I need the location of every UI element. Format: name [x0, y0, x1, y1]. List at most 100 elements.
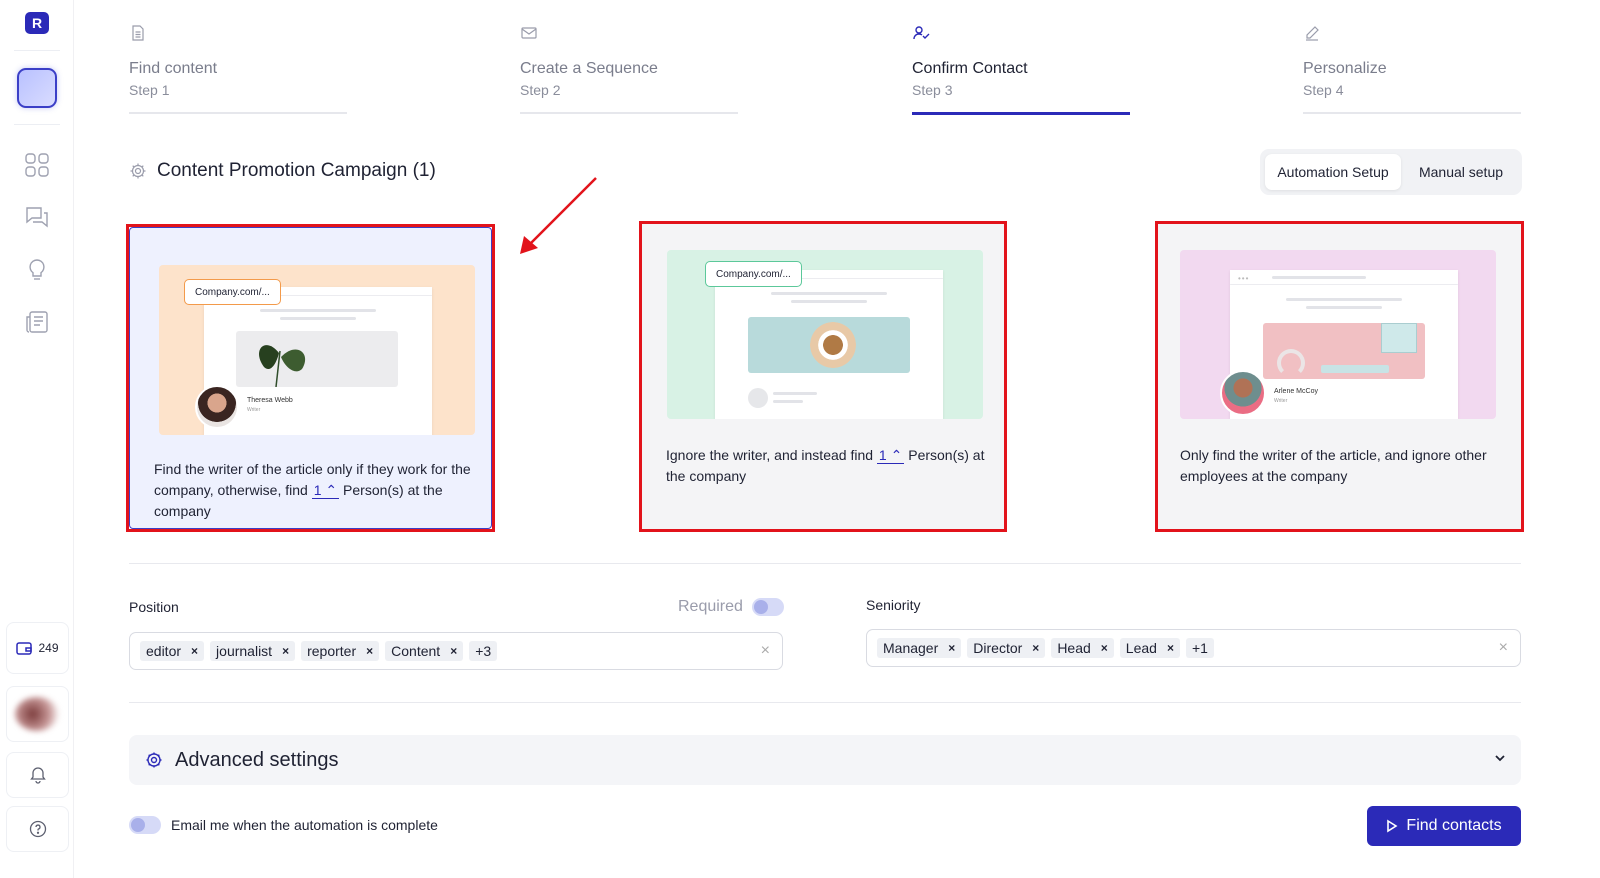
chevron-down-icon [1495, 755, 1505, 762]
remove-tag-icon[interactable]: × [1101, 638, 1108, 658]
find-contacts-button[interactable]: Find contacts [1367, 806, 1521, 846]
campaign-header: Content Promotion Campaign (1) [129, 160, 436, 182]
step-title: Find content [129, 60, 218, 77]
option-card-writer-if-employee[interactable]: Theresa Webb Writer Company.com/... Find… [129, 227, 492, 529]
help-button[interactable] [6, 806, 69, 852]
writer-name: Arlene McCoy [1274, 388, 1318, 395]
section-divider [129, 702, 1521, 703]
step-confirm-contact[interactable]: Confirm Contact Step 3 [912, 24, 1130, 116]
step-title: Confirm Contact [912, 60, 1028, 77]
step-number: Step 1 [129, 82, 170, 98]
position-tag: reporter × [301, 641, 380, 661]
remove-tag-icon[interactable]: × [948, 638, 955, 658]
setup-mode-toggle: Automation Setup Manual setup [1260, 149, 1522, 195]
remove-tag-icon[interactable]: × [1167, 638, 1174, 658]
app-logo[interactable]: R [25, 12, 49, 34]
position-tag: journalist × [210, 641, 296, 661]
find-contacts-label: Find contacts [1406, 817, 1502, 834]
remove-tag-icon[interactable]: × [1032, 638, 1039, 658]
remove-tag-icon[interactable]: × [450, 641, 457, 661]
email-notification-row: Email me when the automation is complete [129, 816, 438, 834]
advanced-settings-accordion[interactable]: Advanced settings [129, 735, 1521, 785]
play-icon [1387, 819, 1398, 833]
step-progress-line [520, 112, 738, 114]
position-tag-input[interactable]: editor × journalist × reporter × Content × +… [129, 632, 783, 670]
credits-counter[interactable]: 249 [6, 622, 69, 674]
more-tags-badge[interactable]: +1 [1185, 638, 1214, 658]
person-count-stepper[interactable]: 1 ⌃ [311, 482, 340, 499]
sidebar-divider [14, 124, 60, 125]
annotation-arrow [520, 177, 597, 254]
manual-setup-tab[interactable]: Manual setup [1405, 154, 1517, 190]
step-number: Step 2 [520, 82, 561, 98]
seniority-label: Seniority [866, 597, 921, 613]
card-description: Only find the writer of the article, and… [1180, 447, 1487, 484]
help-icon [29, 820, 46, 838]
person-count-stepper[interactable]: 1 ⌃ [876, 447, 905, 464]
notifications-button[interactable] [6, 752, 69, 798]
step-title: Create a Sequence [520, 60, 658, 77]
mail-icon [521, 27, 537, 39]
bell-icon [29, 767, 46, 784]
advanced-settings-title: Advanced settings [175, 748, 339, 771]
gear-icon[interactable] [129, 162, 147, 180]
remove-tag-icon[interactable]: × [366, 641, 373, 661]
plant-image [259, 345, 306, 387]
position-tag: editor × [140, 641, 205, 661]
step-progress-line [129, 112, 347, 114]
writer-role: Writer [1274, 398, 1288, 404]
company-url-pill: Company.com/... [705, 261, 802, 287]
pencil-icon [1306, 26, 1319, 41]
step-progress-line [912, 112, 1130, 115]
user-avatar-button[interactable] [6, 686, 69, 742]
company-url-pill: Company.com/... [184, 279, 281, 305]
required-label: Required [678, 598, 743, 615]
seniority-tag: Lead × [1119, 638, 1180, 658]
sidebar: R 249 [0, 0, 74, 878]
remove-tag-icon[interactable]: × [282, 641, 289, 661]
writer-role: Writer [247, 407, 261, 413]
remove-tag-icon[interactable]: × [191, 641, 198, 661]
step-title: Personalize [1303, 60, 1387, 77]
sidebar-divider [14, 50, 60, 51]
option-card-ignore-writer[interactable]: Company.com/... Ignore the writer, and i… [642, 224, 1004, 529]
more-tags-badge[interactable]: +3 [469, 641, 498, 661]
card-description: Find the writer of the article only if t… [154, 461, 471, 519]
email-notification-label: Email me when the automation is complete [171, 817, 438, 833]
coffee-image [748, 317, 910, 373]
writer-avatar [1220, 370, 1266, 416]
seniority-tag: Head × [1051, 638, 1114, 658]
automation-setup-tab[interactable]: Automation Setup [1265, 154, 1401, 190]
newspaper-icon[interactable] [24, 309, 50, 335]
credits-count: 249 [38, 641, 59, 655]
clear-icon[interactable]: × [1499, 639, 1508, 657]
step-create-sequence[interactable]: Create a Sequence Step 2 [520, 24, 738, 116]
card-illustration: ••• Arlene McCoy Writer [1180, 250, 1496, 419]
document-icon [132, 25, 144, 41]
campaign-title: Content Promotion Campaign (1) [157, 160, 436, 181]
section-divider [129, 563, 1521, 564]
seniority-tag: Manager × [877, 638, 962, 658]
lightbulb-icon[interactable] [24, 257, 50, 283]
writer-avatar [195, 385, 239, 429]
email-notification-toggle[interactable] [129, 816, 161, 834]
seniority-tag: Director × [967, 638, 1046, 658]
grid-icon[interactable] [24, 152, 50, 178]
position-label: Position [129, 599, 179, 615]
seniority-tag-input[interactable]: Manager × Director × Head × Lead × +1 × [866, 629, 1521, 667]
card-illustration: Theresa Webb Writer Company.com/... [159, 265, 475, 435]
required-toggle[interactable] [752, 598, 784, 616]
gear-icon [146, 752, 162, 768]
card-description: Ignore the writer, and instead find 1 ⌃ … [666, 447, 985, 484]
wallet-icon [16, 642, 33, 655]
clear-icon[interactable]: × [761, 642, 770, 660]
step-personalize[interactable]: Personalize Step 4 [1303, 24, 1521, 116]
step-number: Step 4 [1303, 82, 1344, 98]
workspace-avatar[interactable] [17, 68, 57, 108]
avatar [15, 697, 59, 731]
option-card-writer-only[interactable]: ••• Arlene McCoy Writer Only find the wr… [1158, 224, 1521, 529]
chat-icon[interactable] [24, 204, 50, 230]
step-number: Step 3 [912, 82, 953, 98]
user-check-icon [913, 26, 930, 40]
step-find-content[interactable]: Find content Step 1 [129, 24, 347, 116]
